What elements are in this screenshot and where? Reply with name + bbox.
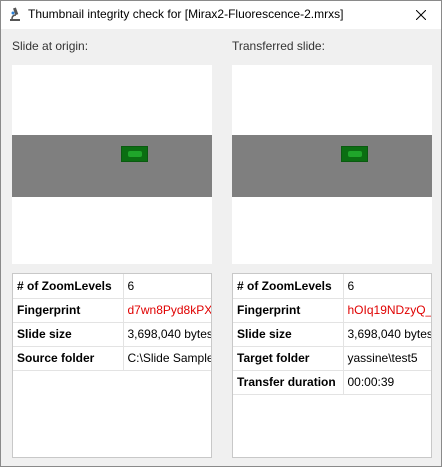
dialog-window: Thumbnail integrity check for [Mirax2-Fl… — [0, 0, 442, 467]
row-key: # of ZoomLevels — [13, 274, 124, 299]
row-key: # of ZoomLevels — [233, 274, 344, 299]
row-key: Slide size — [13, 322, 124, 347]
close-icon — [416, 10, 426, 20]
transferred-info-table: # of ZoomLevels 6 Fingerprint hOIq19NDzy… — [232, 273, 432, 458]
table-row: Fingerprint d7wn8Pyd8kPX4 — [13, 298, 211, 323]
slide-band — [12, 135, 212, 197]
slide-band — [232, 135, 432, 197]
row-key: Transfer duration — [233, 370, 344, 395]
table-row: Source folder C:\Slide Samples — [13, 346, 211, 371]
microscope-icon — [7, 7, 23, 23]
row-key: Fingerprint — [13, 298, 124, 323]
table-row: Slide size 3,698,040 bytes — [13, 322, 211, 347]
table-row: Slide size 3,698,040 bytes — [233, 322, 431, 347]
tissue-region — [121, 146, 148, 162]
table-row: Target folder yassine\test5 — [233, 346, 431, 371]
row-value: C:\Slide Samples — [123, 346, 211, 371]
row-value: 6 — [123, 274, 211, 299]
table-row: # of ZoomLevels 6 — [13, 274, 211, 299]
title-bar[interactable]: Thumbnail integrity check for [Mirax2-Fl… — [1, 1, 441, 29]
origin-info-table: # of ZoomLevels 6 Fingerprint d7wn8Pyd8k… — [12, 273, 212, 458]
table-row: # of ZoomLevels 6 — [233, 274, 431, 299]
fingerprint-value: hOIq19NDzyQ_I — [343, 298, 431, 323]
transferred-label: Transferred slide: — [232, 39, 325, 53]
close-button[interactable] — [401, 1, 441, 29]
table-row: Fingerprint hOIq19NDzyQ_I — [233, 298, 431, 323]
row-value: 3,698,040 bytes — [343, 322, 431, 347]
origin-label: Slide at origin: — [12, 39, 89, 53]
row-key: Target folder — [233, 346, 344, 371]
origin-thumbnail — [12, 65, 212, 264]
transferred-thumbnail — [232, 65, 432, 264]
table-row: Transfer duration 00:00:39 — [233, 370, 431, 395]
row-key: Fingerprint — [233, 298, 344, 323]
row-key: Slide size — [233, 322, 344, 347]
row-value: 6 — [343, 274, 431, 299]
row-value: 00:00:39 — [343, 370, 431, 395]
row-value: 3,698,040 bytes — [123, 322, 211, 347]
fingerprint-value: d7wn8Pyd8kPX4 — [123, 298, 211, 323]
row-value: yassine\test5 — [343, 346, 431, 371]
tissue-region — [341, 146, 368, 162]
row-key: Source folder — [13, 346, 124, 371]
window-title: Thumbnail integrity check for [Mirax2-Fl… — [28, 7, 344, 21]
